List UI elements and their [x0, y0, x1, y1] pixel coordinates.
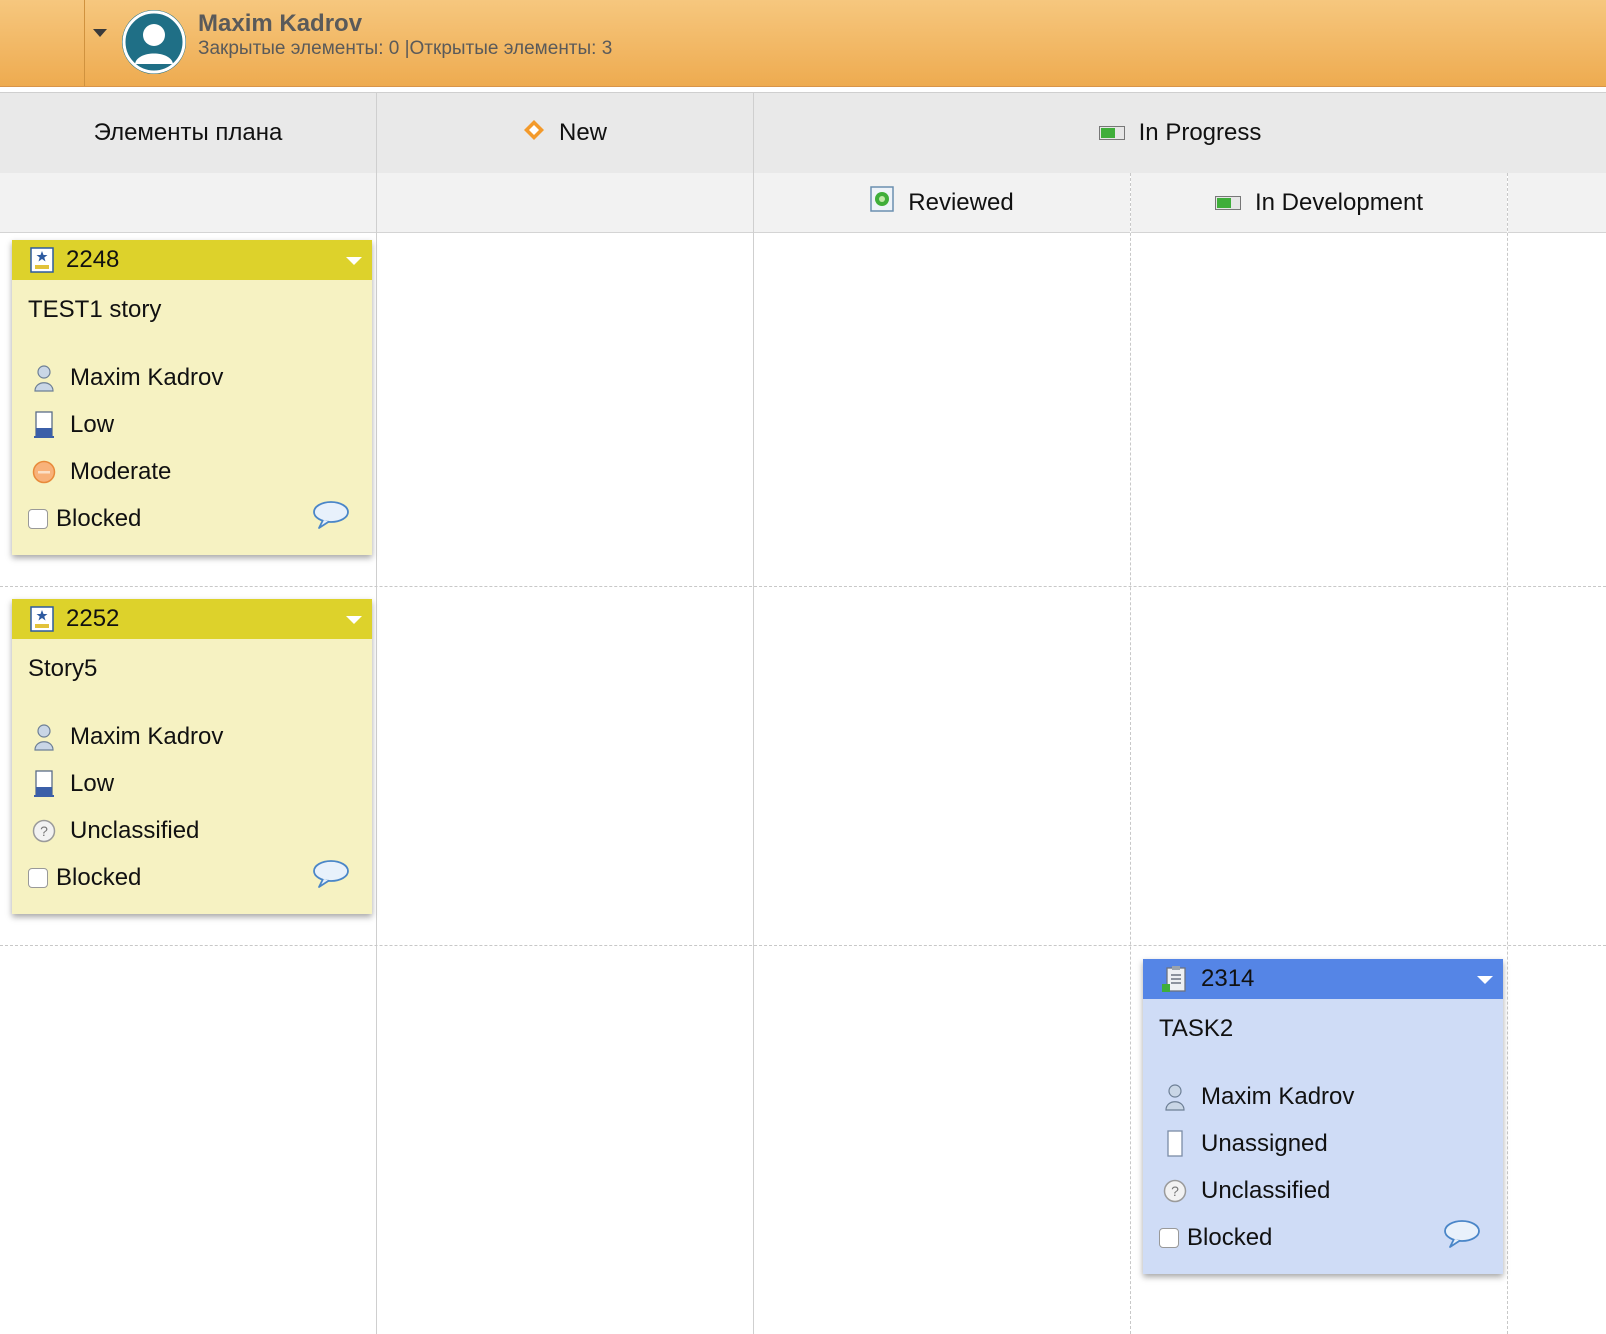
comment-bubble-icon[interactable]	[1443, 1219, 1481, 1256]
svg-text:?: ?	[1171, 1183, 1179, 1199]
card-owner-row[interactable]: Maxim Kadrov	[12, 713, 372, 760]
column-label-new: New	[558, 119, 607, 146]
blocked-checkbox[interactable]	[28, 508, 48, 529]
card-blocked-row[interactable]: Blocked	[12, 495, 372, 542]
column-divider	[1130, 173, 1131, 1334]
question-icon: ?	[30, 819, 58, 843]
card-risk: Unclassified	[70, 816, 200, 844]
card-risk: Unclassified	[1201, 1176, 1331, 1204]
card-header[interactable]: 2252	[12, 599, 372, 639]
swimlane-item-counts: Закрытые элементы: 0 |Открытые элементы:…	[198, 38, 613, 59]
card-id[interactable]: 2252	[66, 605, 119, 633]
priority-low-icon	[30, 769, 58, 798]
card-risk-row[interactable]: Moderate	[12, 448, 372, 495]
priority-low-icon	[30, 410, 58, 439]
column-label-in-development: In Development	[1254, 188, 1424, 216]
card-owner-row[interactable]: Maxim Kadrov	[12, 354, 372, 401]
card-priority: Low	[70, 769, 115, 797]
subheader-plan-items	[0, 173, 376, 233]
story-card[interactable]: 2252 Story5 Maxim Kadrov Low ? Unclassif…	[12, 599, 372, 914]
swimlane-header: Maxim Kadrov Закрытые элементы: 0 |Откры…	[0, 0, 1606, 87]
blocked-label: Blocked	[56, 504, 142, 532]
subheader-overflow	[1508, 173, 1606, 233]
card-menu-caret-icon[interactable]	[346, 257, 362, 265]
column-header-reviewed: Reviewed	[754, 173, 1130, 233]
column-divider	[753, 92, 754, 1334]
svg-text:?: ?	[40, 823, 48, 839]
card-priority-row[interactable]: Low	[12, 760, 372, 807]
column-header-new: New	[377, 92, 753, 174]
risk-moderate-icon	[30, 460, 58, 484]
card-risk-row[interactable]: ? Unclassified	[12, 807, 372, 854]
task-card[interactable]: 2314 TASK2 Maxim Kadrov Unassigned ? Unc…	[1143, 959, 1503, 1274]
user-silhouette-icon	[122, 10, 186, 74]
swimlane-user-name: Maxim Kadrov	[198, 10, 363, 37]
in-development-state-icon	[1214, 189, 1241, 217]
card-owner: Maxim Kadrov	[70, 363, 224, 391]
comment-bubble-icon[interactable]	[312, 500, 350, 537]
column-label-in-progress: In Progress	[1138, 119, 1262, 146]
card-header[interactable]: 2314	[1143, 959, 1503, 999]
card-title[interactable]: TASK2	[1159, 1015, 1503, 1073]
card-owner: Maxim Kadrov	[1201, 1082, 1355, 1110]
card-id[interactable]: 2314	[1201, 965, 1254, 993]
card-priority: Low	[70, 410, 115, 438]
card-title[interactable]: TEST1 story	[28, 296, 372, 354]
question-icon: ?	[1161, 1179, 1189, 1203]
blocked-label: Blocked	[56, 863, 142, 891]
column-divider	[1507, 173, 1508, 1334]
blocked-checkbox[interactable]	[28, 867, 48, 888]
blocked-checkbox[interactable]	[1159, 1227, 1179, 1248]
card-priority: Unassigned	[1201, 1129, 1328, 1157]
story-card[interactable]: 2248 TEST1 story Maxim Kadrov Low Modera…	[12, 240, 372, 555]
owner-icon	[30, 364, 58, 392]
card-owner-row[interactable]: Maxim Kadrov	[1143, 1073, 1503, 1120]
card-blocked-row[interactable]: Blocked	[12, 854, 372, 901]
column-label-reviewed: Reviewed	[908, 188, 1014, 216]
swimlane-divider	[84, 0, 85, 86]
reviewed-state-icon	[870, 186, 895, 219]
card-header[interactable]: 2248	[12, 240, 372, 280]
card-title[interactable]: Story5	[28, 655, 372, 713]
card-risk-row[interactable]: ? Unclassified	[1143, 1167, 1503, 1214]
card-blocked-row[interactable]: Blocked	[1143, 1214, 1503, 1261]
owner-icon	[30, 723, 58, 751]
priority-unassigned-icon	[1161, 1129, 1189, 1158]
card-menu-caret-icon[interactable]	[346, 616, 362, 624]
story-icon	[30, 606, 54, 632]
card-priority-row[interactable]: Unassigned	[1143, 1120, 1503, 1167]
column-label-plan-items: Элементы плана	[93, 119, 283, 146]
collapse-caret-icon[interactable]	[93, 29, 107, 37]
blocked-label: Blocked	[1187, 1223, 1273, 1251]
column-divider	[376, 92, 377, 1334]
new-state-icon	[523, 119, 545, 148]
column-header-in-development: In Development	[1131, 173, 1507, 233]
subheader-new	[377, 173, 753, 233]
in-progress-state-icon	[1098, 119, 1125, 147]
column-header-in-progress: In Progress	[754, 92, 1606, 174]
card-id[interactable]: 2248	[66, 246, 119, 274]
row-divider	[0, 945, 1606, 946]
card-priority-row[interactable]: Low	[12, 401, 372, 448]
story-icon	[30, 247, 54, 273]
column-header-plan-items: Элементы плана	[0, 92, 376, 174]
card-menu-caret-icon[interactable]	[1477, 976, 1493, 984]
card-owner: Maxim Kadrov	[70, 722, 224, 750]
task-icon	[1161, 965, 1189, 993]
row-divider	[0, 586, 1606, 587]
comment-bubble-icon[interactable]	[312, 859, 350, 896]
card-risk: Moderate	[70, 457, 172, 485]
avatar	[122, 10, 186, 74]
owner-icon	[1161, 1083, 1189, 1111]
